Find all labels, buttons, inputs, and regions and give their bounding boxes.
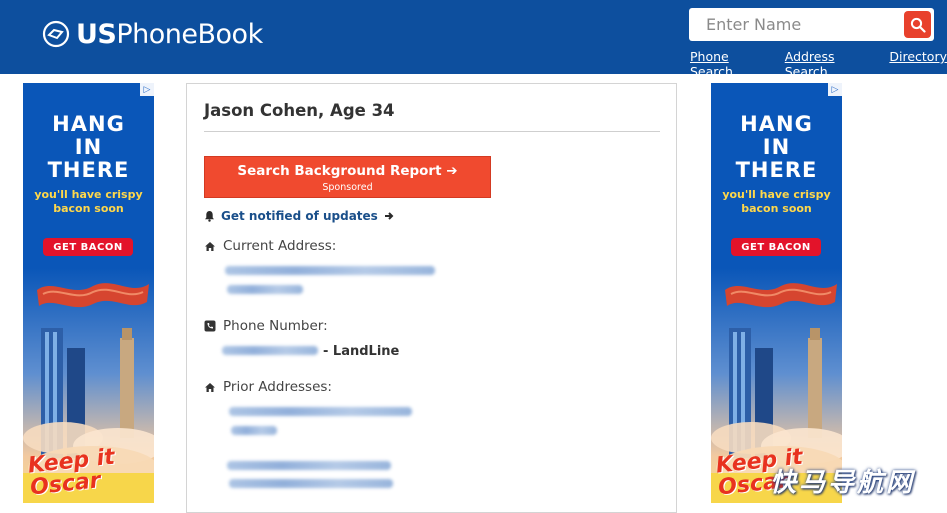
ad-headline-line: HANG [740,112,813,136]
left-ad-banner[interactable]: ▷ HANG IN THERE you'll have crispy bacon… [23,83,154,503]
phone-icon [204,320,216,332]
name-search-input[interactable] [689,8,899,41]
ad-subtext-line: bacon soon [53,202,124,215]
prior-addresses-label: Prior Addresses: [223,379,332,395]
phone-logo-icon [42,20,70,48]
ad-subtext: you'll have crispy bacon soon [711,188,842,216]
site-header: US PhoneBook Phone Search Address Search… [0,0,947,79]
redacted-address-line [227,285,303,294]
ad-subtext-line: you'll have crispy [34,188,143,201]
nav-directory[interactable]: Directory [889,49,947,79]
notify-label: Get notified of updates [221,209,378,223]
header-nav: Phone Search Address Search Directory [690,49,947,79]
ad-headline: HANG IN THERE [711,113,842,182]
person-name-age: Jason Cohen, Age 34 [204,101,395,120]
site-logo[interactable]: US PhoneBook [42,17,263,51]
ad-headline-line: IN [74,135,103,159]
report-button-label: Search Background Report ➔ [237,163,458,179]
ad-headline: HANG IN THERE [23,113,154,182]
prior-addresses-section: Prior Addresses: [204,379,332,395]
nav-address-search[interactable]: Address Search [785,49,872,79]
ad-get-bacon-button[interactable]: GET BACON [43,238,133,256]
ad-subtext-line: bacon soon [741,202,812,215]
get-notified-link[interactable]: Get notified of updates [204,209,394,223]
arrow-right-icon [384,212,394,220]
redacted-address-line [231,426,277,435]
redacted-address-line [225,266,435,275]
nav-phone-search[interactable]: Phone Search [690,49,767,79]
site-watermark: 快马导航网 [770,468,916,498]
ad-headline-line: THERE [735,158,818,182]
redacted-address-line [227,461,391,470]
home-icon [205,382,215,392]
search-button[interactable] [904,11,931,38]
redacted-address-line [229,407,412,416]
logo-phonebook-text: PhoneBook [116,18,263,50]
phone-number-section: Phone Number: [204,318,328,334]
current-address-label: Current Address: [223,238,337,254]
divider [204,131,660,132]
search-icon [910,17,926,33]
sponsored-label: Sponsored [322,182,373,193]
ad-subtext-line: you'll have crispy [722,188,831,201]
redacted-phone-number [222,346,318,355]
current-address-section: Current Address: [204,238,336,254]
ad-headline-line: HANG [52,112,125,136]
adchoices-icon[interactable]: ▷ [828,83,842,96]
adchoices-icon[interactable]: ▷ [140,83,154,96]
right-ad-banner[interactable]: ▷ HANG IN THERE you'll have crispy bacon… [711,83,842,503]
ad-subtext: you'll have crispy bacon soon [23,188,154,216]
bell-icon [205,211,214,222]
ad-headline-line: IN [762,135,791,159]
ad-headline-line: THERE [47,158,130,182]
home-icon [205,241,215,251]
search-background-report-button[interactable]: Search Background Report ➔ Sponsored [204,156,491,198]
person-result-panel: Jason Cohen, Age 34 Search Background Re… [186,83,677,513]
redacted-address-line [229,479,393,488]
ad-brand-logo: Keep it Oscar [27,445,118,501]
name-search-box [689,8,934,41]
logo-us-text: US [76,18,117,50]
phone-number-label: Phone Number: [223,318,328,334]
ad-get-bacon-button[interactable]: GET BACON [731,238,821,256]
phone-type: - LandLine [323,344,400,359]
